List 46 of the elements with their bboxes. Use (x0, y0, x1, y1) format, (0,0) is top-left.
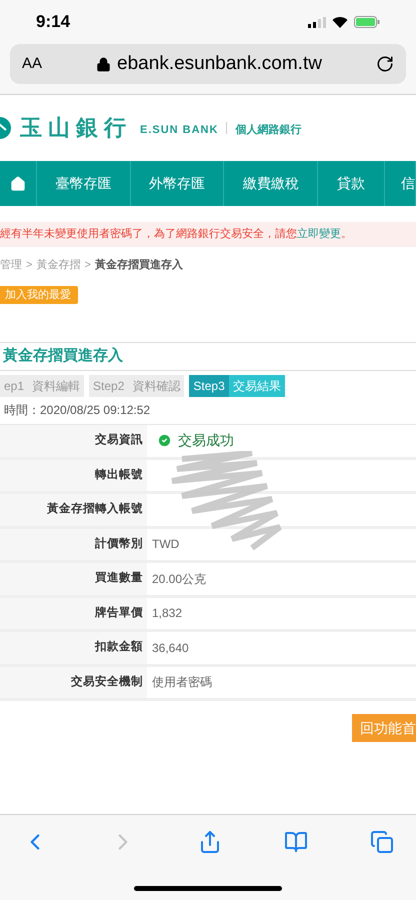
field-label: 黃金存摺轉入帳號 (47, 501, 143, 518)
nav-tab[interactable]: 信 (385, 161, 416, 206)
text-size-button[interactable]: AA (22, 52, 42, 76)
battery-icon (354, 16, 380, 28)
breadcrumb-link[interactable]: 黃金存摺 (36, 256, 80, 274)
bookmarks-icon[interactable] (284, 830, 308, 854)
status-text: 交易成功 (178, 431, 234, 450)
field-value: TWD (152, 536, 180, 554)
field-value: 20.00公克 (152, 570, 206, 588)
tabs-icon[interactable] (370, 830, 394, 854)
bank-name: 玉山銀行 (20, 114, 132, 142)
clock: 9:14 (36, 11, 70, 34)
nav-tab[interactable]: 外幣存匯 (130, 161, 224, 206)
reload-icon[interactable] (376, 55, 394, 73)
service-name: 個人網路銀行 (235, 122, 302, 138)
share-icon[interactable] (198, 830, 222, 854)
breadcrumb-current: 黃金存摺買進存入 (94, 258, 183, 273)
field-value: 使用者密碼 (152, 674, 212, 692)
breadcrumb-separator: > (26, 258, 32, 273)
field-label: 轉出帳號 (95, 467, 143, 483)
field-label: 計價幣別 (95, 536, 143, 552)
field-value: 36,640 (152, 640, 189, 657)
nav-tab[interactable]: 繳費繳稅 (224, 161, 318, 206)
password-notice: 經有半年未變更使用者密碼了，為了網路銀行交易安全，請您立即變更。 (0, 222, 416, 247)
back-to-menu-button[interactable]: 回功能首 (352, 714, 416, 742)
lock-icon (96, 56, 112, 72)
field-label: 牌告單價 (95, 605, 143, 621)
breadcrumb-link[interactable]: 管理 (0, 256, 22, 274)
nav-tab[interactable]: 臺幣存匯 (36, 161, 131, 206)
field-label: 扣款金額 (95, 639, 143, 656)
field-label: 買進數量 (95, 570, 143, 586)
add-favorite-button[interactable]: 加入我的最愛 (0, 286, 78, 304)
transaction-time: 時間：2020/08/25 09:12:52 (3, 402, 152, 419)
field-label: 交易資訊 (95, 432, 143, 448)
breadcrumb-separator: > (84, 258, 91, 273)
nav-tab[interactable]: 貸款 (318, 161, 386, 206)
signal-icon (308, 16, 326, 28)
field-value: 1,832 (152, 605, 182, 622)
bank-name-en: E.SUN BANK (140, 122, 218, 138)
home-icon (10, 176, 26, 192)
change-now-link[interactable]: 立即變更 (297, 226, 341, 243)
url-field[interactable]: ebank.esunbank.com.tw (117, 50, 322, 78)
field-label: 交易安全機制 (71, 674, 143, 690)
success-icon (157, 433, 172, 448)
wifi-icon (332, 16, 348, 28)
section-title: 黃金存摺買進存入 (3, 346, 123, 366)
